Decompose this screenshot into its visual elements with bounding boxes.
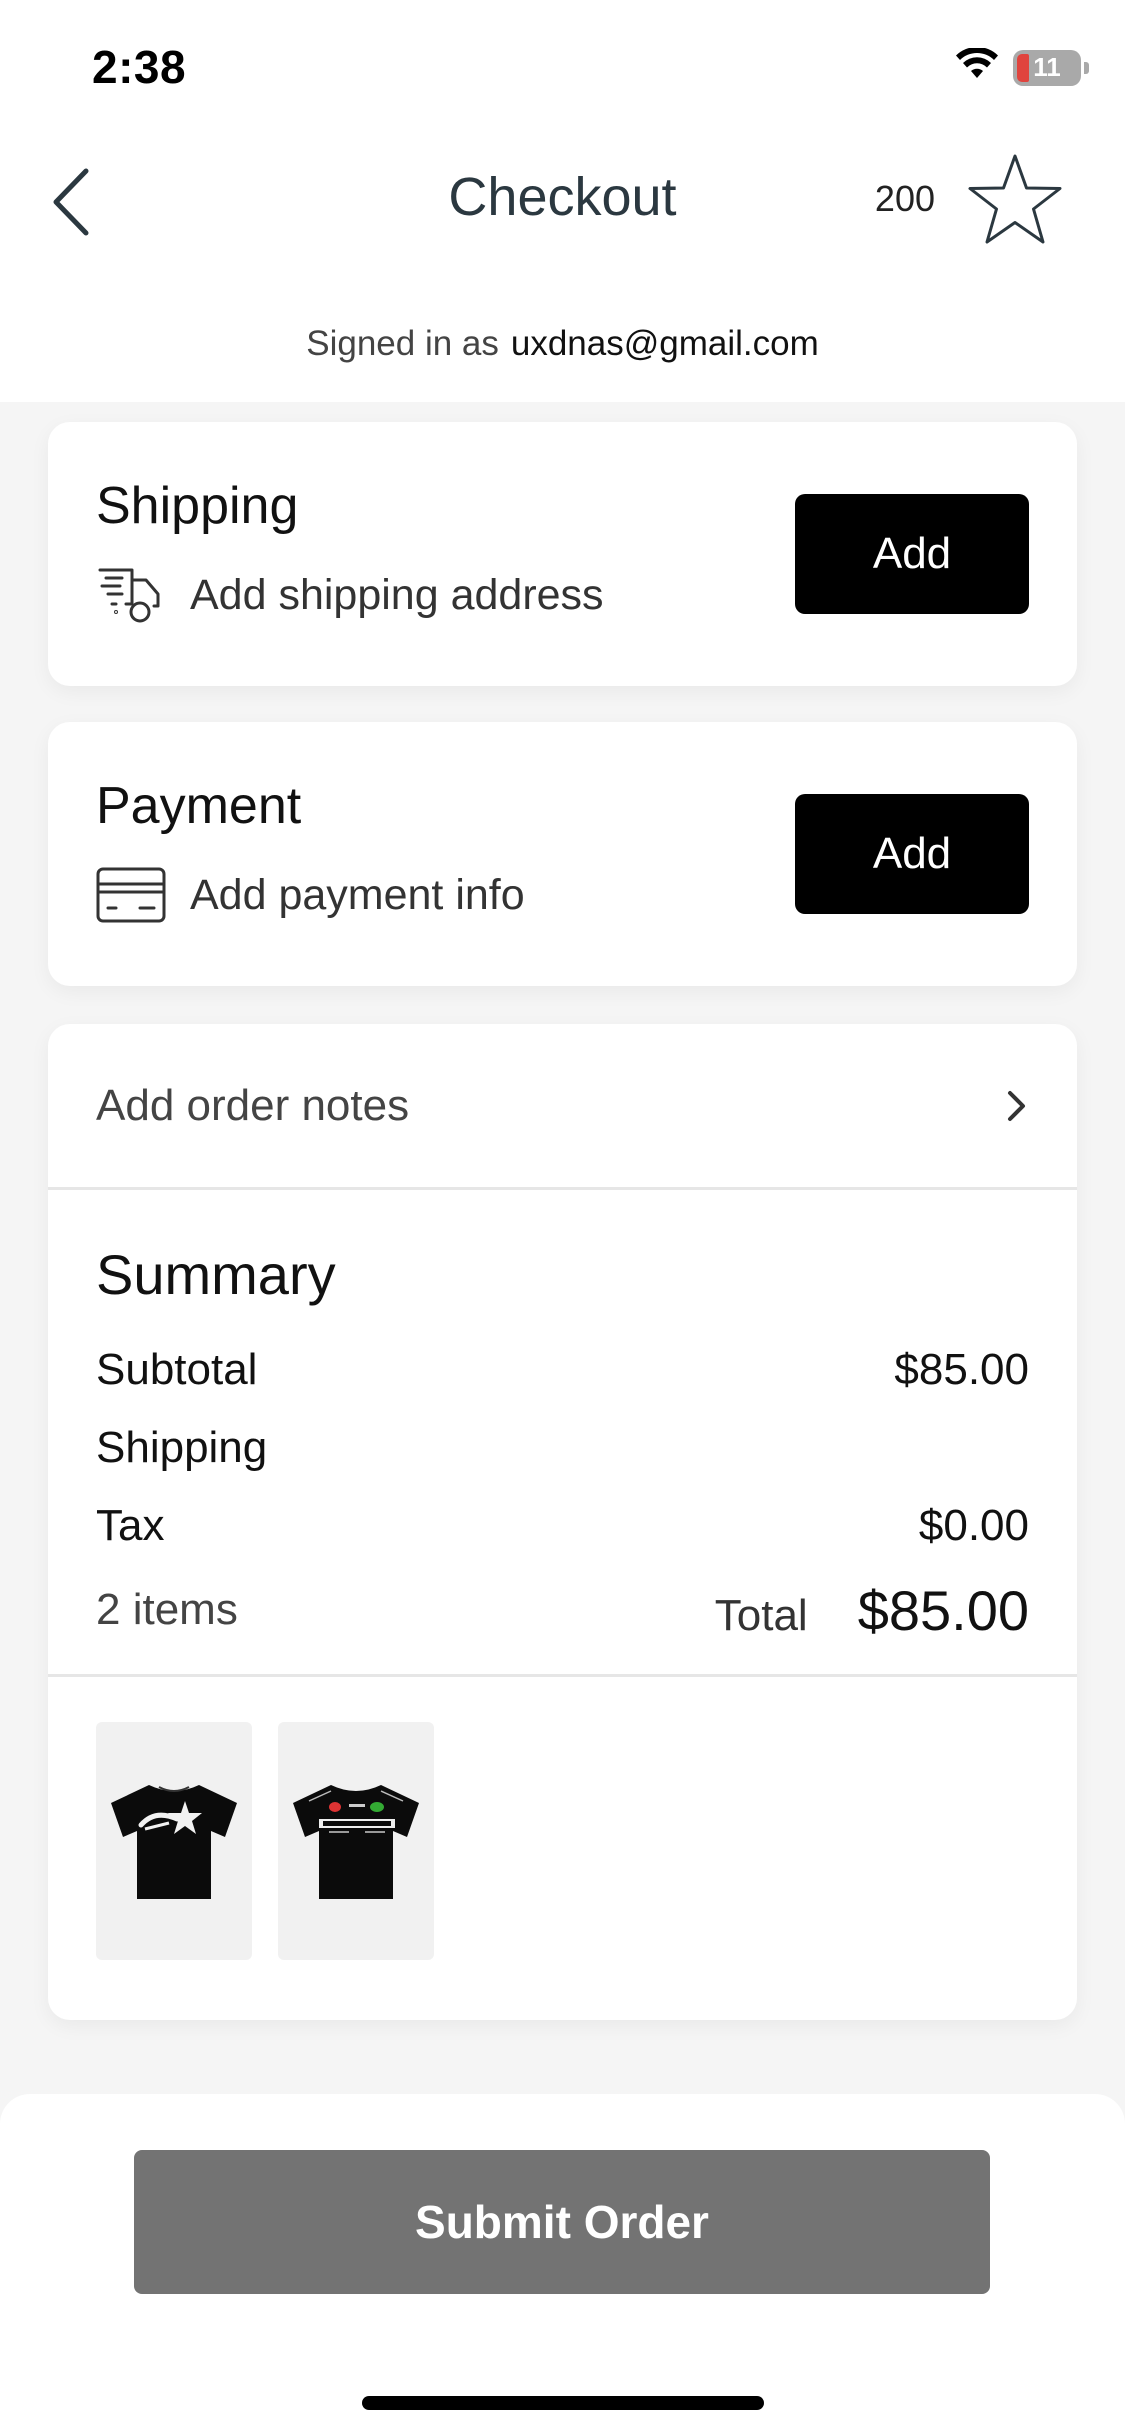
- payment-subtitle: Add payment info: [190, 870, 525, 919]
- status-bar: 2:38 11: [0, 0, 1125, 132]
- subtotal-label: Subtotal: [96, 1345, 258, 1394]
- item-thumbnail-2[interactable]: [278, 1722, 434, 1960]
- favorite-button[interactable]: [965, 150, 1065, 250]
- points-count: 200: [874, 178, 935, 219]
- bottom-panel: Submit Order: [0, 2094, 1125, 2436]
- shipping-card: Shipping Add shipping address Add: [48, 422, 1077, 686]
- wifi-icon: [955, 46, 999, 87]
- item-thumbnail-1[interactable]: [96, 1722, 252, 1960]
- order-notes-row[interactable]: Add order notes: [48, 1024, 1077, 1190]
- total-group: Total $85.00: [715, 1578, 1029, 1643]
- divider: [48, 1674, 1077, 1677]
- delivery-truck-icon: [96, 564, 166, 626]
- total-label: Total: [714, 1590, 808, 1640]
- checkout-screen: 2:38 11 Checkout 200 Signed in as uxdnas…: [0, 0, 1125, 2436]
- shipping-title: Shipping: [96, 477, 299, 535]
- summary-title: Summary: [96, 1243, 336, 1306]
- battery-level: 11: [1033, 52, 1061, 82]
- tshirt-star-image: [111, 1785, 237, 1899]
- status-icons: 11: [955, 46, 1089, 87]
- order-notes-label: Add order notes: [96, 1080, 410, 1130]
- total-row: 2 items Total $85.00: [96, 1565, 1029, 1655]
- account-email: uxdnas@gmail.com: [510, 324, 819, 363]
- shipping-subtitle-row: Add shipping address: [96, 564, 604, 626]
- shipping-row: Shipping: [96, 1409, 1029, 1487]
- status-time: 2:38: [92, 41, 187, 93]
- battery-icon: 11: [1013, 49, 1089, 86]
- star-icon: [968, 154, 1062, 244]
- tax-value: $0.00: [918, 1501, 1029, 1550]
- payment-title: Payment: [96, 777, 302, 835]
- credit-card-icon: [96, 864, 166, 926]
- summary-section: Summary Subtotal $85.00 Shipping Tax $0.…: [96, 1242, 1029, 1655]
- item-thumbnails: [96, 1722, 434, 1960]
- submit-order-button[interactable]: Submit Order: [134, 2150, 990, 2294]
- shipping-label: Shipping: [96, 1423, 268, 1472]
- total-value: $85.00: [857, 1578, 1029, 1642]
- payment-card: Payment Add payment info Add: [48, 722, 1077, 986]
- items-count: 2 items: [96, 1585, 238, 1634]
- chevron-right-icon: [1008, 1090, 1025, 1121]
- tax-row: Tax $0.00: [96, 1487, 1029, 1565]
- shipping-subtitle: Add shipping address: [190, 570, 604, 619]
- subtotal-value: $85.00: [894, 1345, 1029, 1394]
- signed-in-label: Signed in as: [306, 324, 499, 363]
- subtotal-row: Subtotal $85.00: [96, 1331, 1029, 1409]
- header: Checkout 200 Signed in as uxdnas@gmail.co…: [0, 132, 1125, 402]
- signed-in-text: Signed in as uxdnas@gmail.com: [0, 324, 1125, 364]
- order-card: Add order notes Summary Subtotal $85.00 …: [48, 1024, 1077, 2020]
- payment-subtitle-row: Add payment info: [96, 864, 525, 926]
- home-indicator: [362, 2396, 764, 2410]
- add-payment-button[interactable]: Add: [795, 794, 1029, 914]
- add-shipping-button[interactable]: Add: [795, 494, 1029, 614]
- tax-label: Tax: [96, 1501, 165, 1550]
- page-title: Checkout: [448, 167, 677, 227]
- tshirt-racing-image: [293, 1785, 419, 1899]
